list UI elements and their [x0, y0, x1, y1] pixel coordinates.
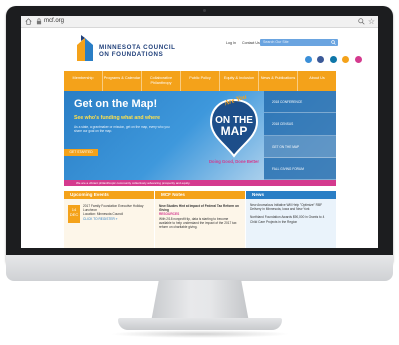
hero-title: Get on the Map!	[74, 98, 158, 110]
news-heading[interactable]: News	[246, 191, 336, 199]
side-item-forum[interactable]: FALL GIVING FORUM	[264, 158, 336, 180]
hero-section: Get on the Map! See who's funding what a…	[64, 91, 336, 180]
login-link[interactable]: Log In	[226, 41, 236, 45]
get-started-button[interactable]: GET STARTED	[64, 149, 98, 156]
zoom-icon[interactable]	[358, 18, 365, 25]
webcam-dot	[203, 9, 206, 12]
news-item-2[interactable]: Northland Foundation Awards $90,000 in G…	[246, 215, 336, 223]
monitor-stand-neck	[151, 280, 249, 322]
logo-line-1: MINNESOTA COUNCIL	[99, 44, 176, 51]
logo-wordmark[interactable]: MINNESOTA COUNCIL ON FOUNDATIONS	[99, 44, 176, 58]
events-column: 14 DEC 2017 Family Foundation Executive …	[64, 199, 154, 248]
badge-map: MAP	[221, 124, 248, 138]
badge-tagline: Doing Good, Done Better	[209, 159, 259, 164]
contact-link[interactable]: Contact Us	[242, 41, 260, 45]
hero-subtitle: See who's funding what and where	[74, 115, 160, 121]
logo-line-2: ON FOUNDATIONS	[99, 51, 164, 58]
event-register-link[interactable]: CLICK TO REGISTER »	[83, 217, 151, 221]
monitor-chin	[6, 255, 393, 281]
event-month: DEC	[69, 212, 79, 217]
nav-collaborative[interactable]: Collaborative Philanthropy	[142, 71, 181, 91]
note-title[interactable]: New Studies Hint at Impact of Federal Ta…	[159, 204, 241, 212]
hero-side-menu: 2018 CONFERENCE 2018 CENSUS GET ON THE M…	[264, 91, 336, 180]
nav-public-policy[interactable]: Public Policy	[181, 71, 220, 91]
facebook-icon[interactable]	[317, 56, 325, 63]
hero-body: As a state, a grantmaker or mission, get…	[74, 125, 170, 134]
screen: mcf.org ☆ MINNESOTA COUNCIL ON FOUNDATIO…	[21, 16, 378, 248]
notes-heading[interactable]: MCF Notes	[155, 191, 245, 199]
notes-column: New Studies Hint at Impact of Federal Ta…	[155, 199, 245, 248]
content-columns: Upcoming Events MCF Notes News 14 DEC 20…	[64, 191, 336, 248]
site-header: MINNESOTA COUNCIL ON FOUNDATIONS Log In …	[21, 28, 378, 71]
news-column: New Anomalous Initiative Will Help "Opti…	[246, 199, 336, 248]
site-search[interactable]: Search Our Site	[260, 39, 338, 46]
note-item: New Studies Hint at Impact of Federal Ta…	[159, 204, 241, 229]
event-item: 2017 Family Foundation Executive Holiday…	[83, 204, 151, 221]
nav-programs[interactable]: Programs & Calendar	[103, 71, 142, 91]
events-heading[interactable]: Upcoming Events	[64, 191, 154, 199]
event-date-badge: 14 DEC	[68, 205, 80, 223]
news-item-1[interactable]: New Anomalous Initiative Will Help "Opti…	[246, 203, 336, 211]
twitter-icon[interactable]	[305, 56, 312, 63]
note-body: With 2/18 nonprofit tip, data is startin…	[159, 216, 237, 230]
nav-membership[interactable]: Membership	[64, 71, 103, 91]
bookmark-star-icon[interactable]: ☆	[368, 17, 375, 26]
mcf-logo-icon[interactable]	[75, 35, 95, 63]
linkedin-icon[interactable]	[329, 56, 337, 63]
side-item-census[interactable]: 2018 CENSUS	[264, 113, 336, 136]
nav-equity[interactable]: Equity & Inclusion	[220, 71, 259, 91]
monitor-stand-base	[118, 318, 282, 330]
main-nav: Membership Programs & Calendar Collabora…	[64, 71, 336, 91]
rss-icon[interactable]	[342, 56, 350, 63]
stand-shadow	[110, 330, 290, 338]
address-bar-url[interactable]: mcf.org	[44, 17, 64, 26]
social-icons	[304, 50, 362, 68]
browser-toolbar: mcf.org ☆	[21, 16, 378, 28]
side-item-conference[interactable]: 2018 CONFERENCE	[264, 91, 336, 114]
search-icon[interactable]	[331, 40, 336, 45]
mission-banner: We are a vibrant philanthropic community…	[64, 180, 336, 186]
home-icon[interactable]	[25, 18, 32, 25]
nav-news[interactable]: News & Publications	[259, 71, 298, 91]
side-item-map[interactable]: GET ON THE MAP	[264, 135, 336, 158]
on-the-map-badge[interactable]: Are You ON THE MAP Doing Good, Done Bett…	[205, 94, 263, 164]
lock-icon	[36, 18, 42, 25]
search-input[interactable]: Search Our Site	[263, 40, 289, 45]
event-title[interactable]: 2017 Family Foundation Executive Holiday…	[83, 204, 151, 212]
utility-links: Log In Contact Us	[226, 41, 265, 45]
nav-about[interactable]: About Us	[298, 71, 336, 91]
instagram-icon[interactable]	[354, 56, 362, 63]
